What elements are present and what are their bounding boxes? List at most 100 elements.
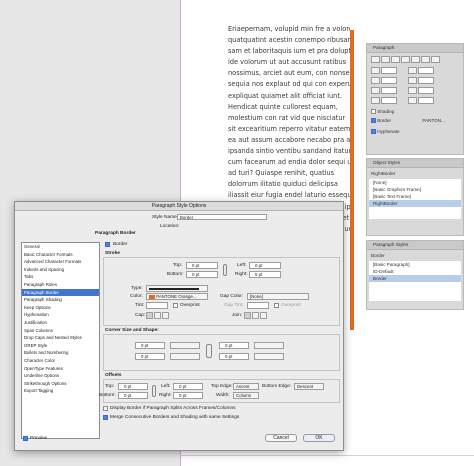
category-item[interactable]: Indents and Spacing <box>22 266 99 274</box>
drop-cap-chars-field[interactable] <box>417 97 434 105</box>
justify-right-button[interactable] <box>421 56 430 64</box>
category-item[interactable]: Underline Options <box>22 372 99 380</box>
corner-link-icon[interactable] <box>206 344 212 358</box>
display-border-checkbox[interactable] <box>103 406 108 411</box>
projecting-cap-icon[interactable] <box>162 312 169 319</box>
overprint-checkbox[interactable] <box>173 303 178 308</box>
offset-top-field[interactable]: 0 pt <box>118 383 148 390</box>
stroke-bottom-field[interactable]: 0 pt <box>186 271 218 278</box>
style-name-field[interactable]: Border <box>177 214 267 220</box>
shading-row: Shading <box>367 108 463 115</box>
shading-checkbox[interactable] <box>371 109 376 115</box>
corner-bottom-left-field[interactable]: 0 pt <box>135 353 165 360</box>
merge-borders-checkbox[interactable] <box>103 415 108 420</box>
offset-bottom-label: Bottom: <box>99 393 116 398</box>
width-dropdown[interactable]: Column <box>233 392 259 399</box>
stroke-top-field[interactable]: 0 pt <box>186 262 218 269</box>
align-left-button[interactable] <box>371 56 380 64</box>
corner-top-left-shape[interactable] <box>170 342 200 349</box>
style-list-item[interactable]: [Basic Text Frame] <box>369 193 461 200</box>
category-item[interactable]: Advanced Character Formats <box>22 258 99 266</box>
offset-left-field[interactable]: 0 pt <box>173 383 203 390</box>
ok-button[interactable]: OK <box>303 434 335 442</box>
gap-color-dropdown[interactable]: [None] <box>247 293 309 300</box>
link-chain-icon[interactable] <box>223 264 227 276</box>
category-item[interactable]: Paragraph Border <box>22 288 99 297</box>
stroke-type-dropdown[interactable] <box>146 285 208 292</box>
first-line-indent-field[interactable] <box>381 77 397 85</box>
category-item[interactable]: Hyphenation <box>22 311 99 319</box>
last-line-indent-field[interactable] <box>417 77 434 85</box>
hyphenate-checkbox[interactable] <box>371 129 376 135</box>
category-item[interactable]: GREP Style <box>22 342 99 350</box>
category-item[interactable]: Bullets and Numbering <box>22 349 99 357</box>
justify-all-button[interactable] <box>431 56 440 64</box>
stroke-color-value: PANTONE Orange... <box>156 294 197 299</box>
miter-join-icon[interactable] <box>244 312 251 319</box>
tint-field[interactable] <box>146 302 168 309</box>
category-item[interactable]: Keep Options <box>22 304 99 312</box>
style-list-item[interactable]: ID-Default <box>369 268 461 275</box>
drop-cap-lines-field[interactable] <box>381 97 397 105</box>
category-item[interactable]: Strikethrough Options <box>22 380 99 388</box>
style-list-item[interactable]: RightBorder <box>369 200 461 207</box>
category-item[interactable]: Span Columns <box>22 327 99 335</box>
category-item[interactable]: Justification <box>22 319 99 327</box>
category-item[interactable]: Paragraph Shading <box>22 296 99 304</box>
category-item[interactable]: Character Color <box>22 357 99 365</box>
stroke-color-label: Color: <box>130 294 143 299</box>
left-indent-field[interactable] <box>381 67 397 75</box>
category-item[interactable]: OpenType Features <box>22 365 99 373</box>
corner-bottom-right-field[interactable]: 0 pt <box>219 353 249 360</box>
category-item[interactable]: General <box>22 243 99 251</box>
stroke-right-field[interactable]: 5 pt <box>249 271 281 278</box>
width-label: Width: <box>216 393 230 398</box>
gap-overprint-checkbox[interactable] <box>274 303 279 308</box>
corner-top-left-field[interactable]: 0 pt <box>135 342 165 349</box>
bottom-edge-dropdown[interactable]: Descent <box>294 383 324 390</box>
category-item[interactable]: Basic Character Formats <box>22 251 99 259</box>
right-indent-field[interactable] <box>417 67 434 75</box>
text-line: quatquatint acestin conempo ribusam <box>228 36 350 45</box>
space-before-field[interactable] <box>381 87 397 95</box>
style-list-item[interactable]: [Basic Graphics Frame] <box>369 186 461 193</box>
object-styles-panel: Object Styles RightBorder [None] [Basic G… <box>366 158 464 236</box>
top-edge-dropdown[interactable]: Ascent <box>233 383 259 390</box>
stroke-color-dropdown[interactable]: PANTONE Orange... <box>146 293 208 300</box>
bottom-edge-label: Bottom Edge: <box>262 384 292 389</box>
justify-center-button[interactable] <box>411 56 420 64</box>
text-line: sam et laboritaquis ium et pra dolupta <box>228 47 350 56</box>
offset-link-icon[interactable] <box>152 385 156 397</box>
category-item[interactable]: Export Tagging <box>22 387 99 395</box>
corner-bottom-left-shape[interactable] <box>170 353 200 360</box>
text-line: dolorrum ilitatio quiduci delicipsa <box>228 180 338 189</box>
butt-cap-icon[interactable] <box>146 312 153 319</box>
align-right-button[interactable] <box>391 56 400 64</box>
border-checkbox[interactable] <box>105 242 110 247</box>
style-list-item[interactable]: [None] <box>369 179 461 186</box>
gap-tint-field[interactable] <box>247 302 269 309</box>
category-list: General Basic Character Formats Advanced C… <box>21 242 100 439</box>
style-list-item[interactable]: [Basic Paragraph] <box>369 261 461 268</box>
cancel-button[interactable]: Cancel <box>265 434 297 442</box>
category-item[interactable]: Tabs <box>22 273 99 281</box>
object-styles-current: RightBorder <box>371 171 396 176</box>
bevel-join-icon[interactable] <box>260 312 267 319</box>
text-line: sequia nos explaut od qui con experum <box>228 80 350 89</box>
space-after-field[interactable] <box>417 87 434 95</box>
offset-right-field[interactable]: 0 pt <box>173 392 203 399</box>
category-item[interactable]: Drop Caps and Nested Styles <box>22 334 99 342</box>
corner-top-right-field[interactable]: 0 pt <box>219 342 249 349</box>
border-checkbox-panel[interactable] <box>371 118 376 124</box>
round-join-icon[interactable] <box>252 312 259 319</box>
stroke-left-field[interactable]: 0 pt <box>249 262 281 269</box>
align-center-button[interactable] <box>381 56 390 64</box>
corner-top-right-shape[interactable] <box>254 342 284 349</box>
round-cap-icon[interactable] <box>154 312 161 319</box>
preview-checkbox[interactable] <box>23 436 28 441</box>
corner-bottom-right-shape[interactable] <box>254 353 284 360</box>
justify-left-button[interactable] <box>401 56 410 64</box>
style-list-item[interactable]: Border <box>369 275 461 282</box>
category-item[interactable]: Paragraph Rules <box>22 281 99 289</box>
offset-bottom-field[interactable]: 0 pt <box>118 392 148 399</box>
